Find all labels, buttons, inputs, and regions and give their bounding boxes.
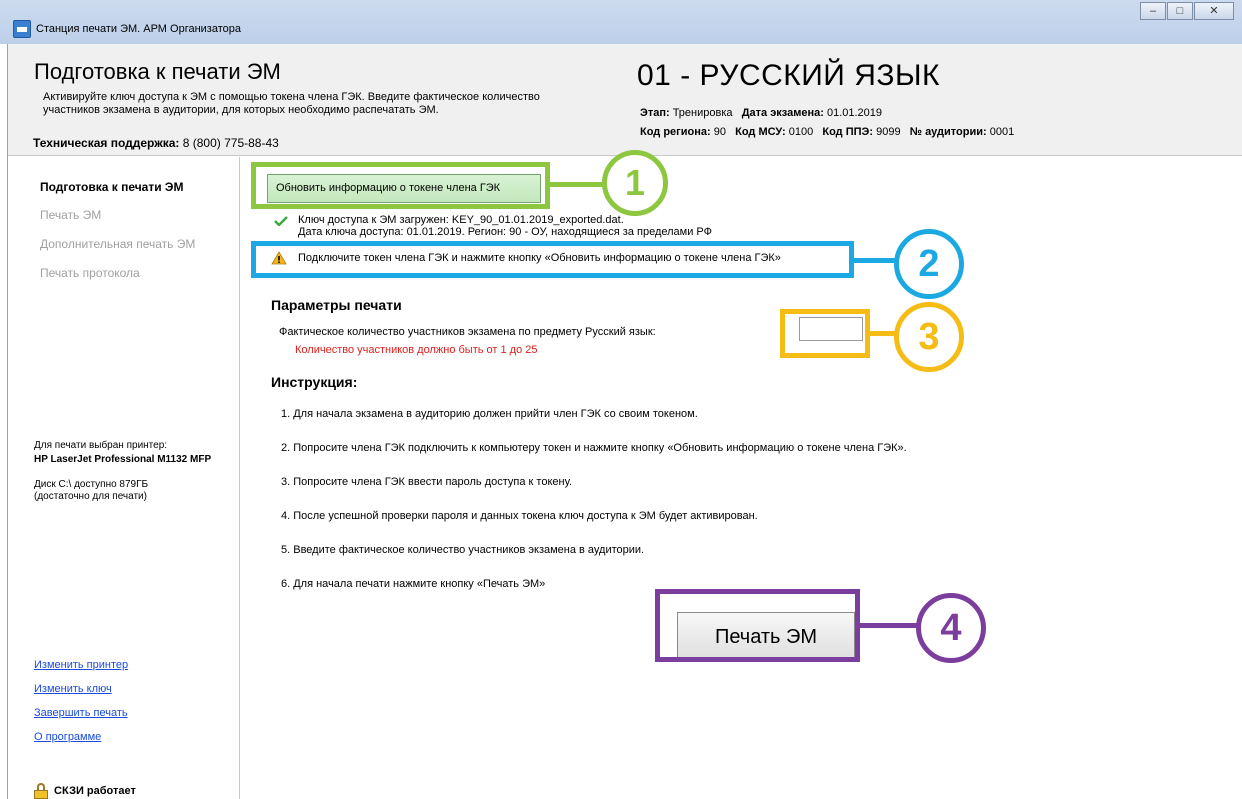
finish-print-link[interactable]: Завершить печать	[34, 707, 128, 719]
room-label: № аудитории:	[909, 126, 987, 138]
msu-label: Код МСУ:	[735, 126, 786, 138]
callout-4-connector	[860, 623, 918, 628]
skzi-status-text: СКЗИ работает	[54, 784, 136, 797]
exam-subject: 01 - РУССКИЙ ЯЗЫК	[637, 59, 941, 92]
instruction-item: 4. После успешной проверки пароля и данн…	[281, 510, 758, 522]
page-subtitle-line1: Активируйте ключ доступа к ЭМ с помощью …	[43, 91, 540, 103]
instructions-title: Инструкция:	[271, 374, 358, 390]
key-status-line2: Дата ключа доступа: 01.01.2019. Регион: …	[298, 226, 712, 238]
callout-4-badge: 4	[916, 593, 986, 663]
callout-2-connector	[854, 258, 896, 263]
sidebar: Подготовка к печати ЭМ Печать ЭМ Дополни…	[8, 157, 240, 799]
instruction-item: 6. Для начала печати нажмите кнопку «Печ…	[281, 578, 546, 590]
lock-icon	[34, 783, 48, 799]
page-subtitle-line2: участников экзамена в аудитории, для кот…	[43, 104, 439, 116]
stage-value: Тренировка	[672, 107, 733, 119]
printer-station-icon	[13, 20, 31, 38]
check-icon	[274, 216, 288, 226]
exam-date-label: Дата экзамена:	[741, 107, 824, 119]
callout-3-connector	[870, 331, 896, 336]
window-title: Станция печати ЭМ. АРМ Организатора	[36, 23, 241, 35]
support-phone: 8 (800) 775-88-43	[182, 136, 279, 150]
callout-2-badge: 2	[894, 229, 964, 299]
page-header: Подготовка к печати ЭМ Активируйте ключ …	[8, 44, 1242, 156]
stage-label: Этап:	[640, 107, 670, 119]
callout-4-frame	[655, 589, 860, 662]
disk-info: Диск C:\ доступно 879ГБ (достаточно для …	[34, 479, 148, 503]
instruction-item: 3. Попросите члена ГЭК ввести пароль дос…	[281, 476, 573, 488]
support-label: Техническая поддержка:	[33, 136, 180, 150]
sidebar-item-prepare[interactable]: Подготовка к печати ЭМ	[40, 180, 183, 194]
printer-name: HP LaserJet Professional M1132 MFP	[34, 454, 212, 465]
region-value: 90	[713, 126, 726, 138]
callout-3-badge: 3	[894, 302, 964, 372]
disk-info-line2: (достаточно для печати)	[34, 491, 147, 502]
sidebar-item-additional-print: Дополнительная печать ЭМ	[40, 237, 196, 251]
room-value: 0001	[989, 126, 1015, 138]
key-status-line1: Ключ доступа к ЭМ загружен: KEY_90_01.01…	[298, 214, 624, 226]
close-button[interactable]: ✕	[1194, 2, 1234, 20]
change-printer-link[interactable]: Изменить принтер	[34, 659, 128, 671]
participants-count-error: Количество участников должно быть от 1 д…	[295, 344, 538, 356]
callout-1-connector	[550, 182, 604, 187]
printer-label: Для печати выбран принтер:	[34, 440, 168, 451]
exam-meta-line1: Этап: Тренировка Дата экзамена: 01.01.20…	[640, 107, 882, 119]
title-bar: Станция печати ЭМ. АРМ Организатора – □ …	[0, 0, 1242, 44]
region-label: Код региона:	[640, 126, 711, 138]
maximize-button[interactable]: □	[1167, 2, 1193, 20]
page-subtitle: Активируйте ключ доступа к ЭМ с помощью …	[43, 91, 633, 117]
callout-3-frame	[780, 309, 870, 358]
callout-1-frame	[251, 162, 550, 209]
disk-info-line1: Диск C:\ доступно 879ГБ	[34, 479, 149, 490]
skzi-status: СКЗИ работает	[34, 783, 136, 799]
instruction-item: 2. Попросите члена ГЭК подключить к комп…	[281, 442, 907, 454]
exam-meta-line2: Код региона: 90 Код МСУ: 0100 Код ППЭ: 9…	[640, 126, 1014, 138]
callout-2-frame	[251, 241, 854, 278]
page-title: Подготовка к печати ЭМ	[34, 59, 281, 84]
instruction-item: 5. Введите фактическое количество участн…	[281, 544, 645, 556]
participants-count-label: Фактическое количество участников экзаме…	[279, 326, 656, 338]
sidebar-item-print: Печать ЭМ	[40, 208, 102, 222]
instruction-item: 1. Для начала экзамена в аудиторию долже…	[281, 408, 698, 420]
about-link[interactable]: О программе	[34, 731, 101, 743]
print-params-title: Параметры печати	[271, 297, 402, 313]
key-status-text: Ключ доступа к ЭМ загружен: KEY_90_01.01…	[298, 214, 712, 238]
exam-date-value: 01.01.2019	[826, 107, 883, 119]
ppe-label: Код ППЭ:	[822, 126, 874, 138]
window-controls: – □ ✕	[1139, 2, 1234, 20]
app-window: Станция печати ЭМ. АРМ Организатора – □ …	[0, 0, 1242, 799]
support-info: Техническая поддержка: 8 (800) 775-88-43	[33, 136, 279, 150]
sidebar-item-print-protocol: Печать протокола	[40, 266, 140, 280]
minimize-button[interactable]: –	[1140, 2, 1166, 20]
change-key-link[interactable]: Изменить ключ	[34, 683, 112, 695]
msu-value: 0100	[788, 126, 814, 138]
ppe-value: 9099	[876, 126, 901, 138]
callout-1-badge: 1	[602, 150, 668, 216]
